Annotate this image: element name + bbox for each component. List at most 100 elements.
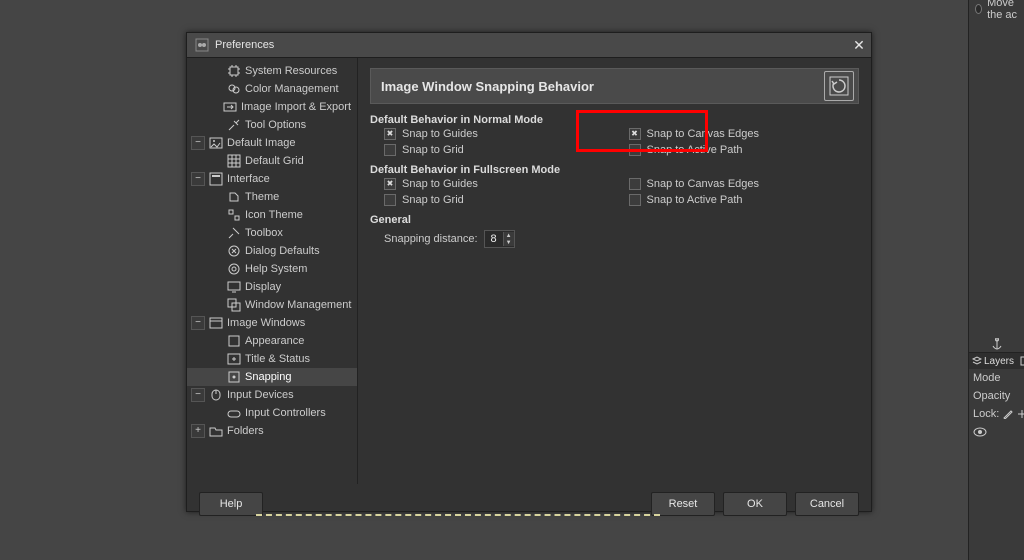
tree-item-label: Folders — [227, 425, 357, 437]
spinner-down-icon[interactable]: ▼ — [504, 239, 514, 246]
tree-item-toolbox[interactable]: Toolbox — [187, 224, 357, 242]
tree-item-label: Color Management — [245, 83, 357, 95]
window-icon — [209, 316, 223, 330]
selection-marquee — [256, 514, 660, 516]
toolbox-icon — [227, 226, 241, 240]
controllers-icon — [227, 406, 241, 420]
move-active-radio[interactable]: Move the ac — [975, 0, 1024, 21]
tree-item-display[interactable]: Display — [187, 278, 357, 296]
checkbox-snap-path-full[interactable]: Snap to Active Path — [615, 192, 860, 208]
tree-item-label: Input Controllers — [245, 407, 357, 419]
collapse-icon[interactable]: − — [191, 388, 205, 402]
tree-item-label: Image Import & Export — [241, 101, 357, 113]
section-general-title: General — [370, 214, 859, 226]
preferences-dialog: Preferences ✕ System Resources Color Mana… — [186, 32, 872, 512]
spinner-up-icon[interactable]: ▲ — [504, 232, 514, 239]
right-dock: Move the ac Layers Chan Mode Opacity Loc… — [968, 0, 1024, 560]
lock-row: Lock: — [969, 405, 1024, 423]
snapping-distance-label: Snapping distance: — [384, 233, 478, 245]
layer-entry[interactable] — [969, 423, 1024, 441]
expand-icon[interactable]: + — [191, 424, 205, 438]
reset-button[interactable]: Reset — [651, 492, 715, 516]
label: Snap to Guides — [402, 178, 478, 190]
tree-item-tool-options[interactable]: Tool Options — [187, 116, 357, 134]
theme-icon — [227, 190, 241, 204]
brush-icon[interactable] — [1003, 408, 1013, 420]
tree-item-label: Icon Theme — [245, 209, 357, 221]
tree-item-input-devices[interactable]: −Input Devices — [187, 386, 357, 404]
lock-label: Lock: — [973, 408, 999, 420]
preferences-tree: System Resources Color Management Image Im… — [187, 58, 358, 484]
tree-item-image-windows[interactable]: − Image Windows — [187, 314, 357, 332]
page-title: Image Window Snapping Behavior — [371, 79, 824, 94]
tree-item-dialog-defaults[interactable]: Dialog Defaults — [187, 242, 357, 260]
label: Move the ac — [987, 0, 1024, 21]
move-lock-icon[interactable] — [1017, 408, 1024, 420]
tree-item-title-status[interactable]: Title & Status — [187, 350, 357, 368]
tree-item-appearance[interactable]: Appearance — [187, 332, 357, 350]
tree-item-image-import-export[interactable]: Image Import & Export — [187, 98, 357, 116]
interface-icon — [209, 172, 223, 186]
tree-item-label: Window Management — [245, 299, 357, 311]
tree-item-interface[interactable]: −Interface — [187, 170, 357, 188]
monitor-icon — [227, 280, 241, 294]
help-button[interactable]: Help — [199, 492, 263, 516]
mode-field[interactable]: Mode — [969, 369, 1024, 387]
cancel-button[interactable]: Cancel — [795, 492, 859, 516]
tree-item-label: System Resources — [245, 65, 357, 77]
tree-item-default-grid[interactable]: Default Grid — [187, 152, 357, 170]
snapping-distance-spinner[interactable]: 8 ▲ ▼ — [484, 230, 515, 248]
tree-item-help-system[interactable]: Help System — [187, 260, 357, 278]
checkbox-snap-canvas-full[interactable]: Snap to Canvas Edges — [615, 176, 860, 192]
label: Snap to Grid — [402, 194, 464, 206]
tree-item-default-image[interactable]: −Default Image — [187, 134, 357, 152]
tree-item-label: Tool Options — [245, 119, 357, 131]
circles-icon — [227, 82, 241, 96]
tree-item-icon-theme[interactable]: Icon Theme — [187, 206, 357, 224]
tab-channels[interactable]: Chan — [1017, 353, 1024, 369]
folders-icon — [209, 424, 223, 438]
tree-item-label: Title & Status — [245, 353, 357, 365]
label: Snap to Active Path — [647, 194, 743, 206]
inputdev-icon — [209, 388, 223, 402]
tree-item-theme[interactable]: Theme — [187, 188, 357, 206]
checkbox-snap-guides-full[interactable]: Snap to Guides — [370, 176, 615, 192]
collapse-icon[interactable]: − — [191, 136, 205, 150]
tab-layers[interactable]: Layers — [969, 353, 1017, 369]
titlestatus-icon — [227, 352, 241, 366]
tree-item-label: Default Grid — [245, 155, 357, 167]
checkbox-snap-grid-full[interactable]: Snap to Grid — [370, 192, 615, 208]
tree-item-system-resources[interactable]: System Resources — [187, 62, 357, 80]
anchor-icon[interactable] — [969, 336, 1024, 352]
label: Snap to Grid — [402, 144, 464, 156]
windows-icon — [227, 298, 241, 312]
tree-item-input-controllers[interactable]: Input Controllers — [187, 404, 357, 422]
eye-icon[interactable] — [973, 427, 987, 437]
label: Snap to Guides — [402, 128, 478, 140]
chip-icon — [227, 64, 241, 78]
snap-icon — [227, 370, 241, 384]
tree-item-snapping[interactable]: Snapping — [187, 368, 357, 386]
tree-item-folders[interactable]: + Folders — [187, 422, 357, 440]
close-icon[interactable]: ✕ — [847, 37, 871, 54]
dialog-titlebar[interactable]: Preferences ✕ — [187, 33, 871, 58]
reset-defaults-icon[interactable] — [824, 71, 854, 101]
opacity-field[interactable]: Opacity — [969, 387, 1024, 405]
section-full-title: Default Behavior in Fullscreen Mode — [370, 164, 859, 176]
tree-item-label: Help System — [245, 263, 357, 275]
dialog-icon — [227, 244, 241, 258]
lifebuoy-icon — [227, 262, 241, 276]
appearance-icon — [227, 334, 241, 348]
spinner-value: 8 — [485, 233, 503, 245]
tree-item-label: Image Windows — [227, 317, 357, 329]
layers-icon — [972, 356, 982, 366]
collapse-icon[interactable]: − — [191, 316, 205, 330]
tree-item-label: Appearance — [245, 335, 357, 347]
app-icon — [195, 38, 209, 52]
tools-icon — [227, 118, 241, 132]
tree-item-color-management[interactable]: Color Management — [187, 80, 357, 98]
tree-item-label: Dialog Defaults — [245, 245, 357, 257]
collapse-icon[interactable]: − — [191, 172, 205, 186]
tree-item-window-management[interactable]: Window Management — [187, 296, 357, 314]
ok-button[interactable]: OK — [723, 492, 787, 516]
